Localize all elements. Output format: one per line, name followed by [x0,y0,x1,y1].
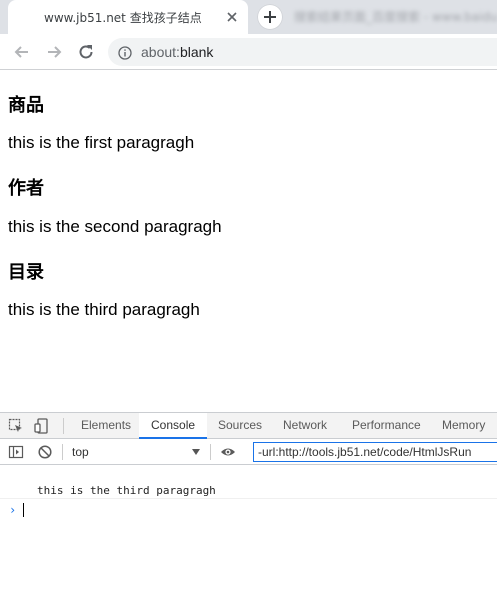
tab-memory[interactable]: Memory [440,413,487,439]
chevron-down-icon[interactable] [192,449,200,455]
console-input-caret[interactable] [23,503,24,517]
heading-author: 作者 [8,178,44,199]
browser-tab[interactable]: www.jb51.net 查找孩子结点 [8,0,248,34]
address-bar[interactable]: about:blank [108,38,497,66]
device-toolbar-icon[interactable] [34,418,50,434]
info-icon[interactable] [118,45,132,60]
toolbar-divider [63,418,64,434]
url-text[interactable]: about:blank [141,44,213,60]
inspect-element-icon[interactable] [8,418,24,434]
tab-performance[interactable]: Performance [350,413,423,439]
eye-icon[interactable] [220,444,236,460]
background-tab[interactable]: 搜索结果页面_百度搜索 - www.baidu.com [288,6,497,28]
heading-catalog: 目录 [8,262,44,283]
url-scheme: about: [141,44,180,60]
console-log-text: this is the third paragragh [37,484,216,497]
console-output: this is the third paragragh › [0,465,497,595]
console-prompt-icon: › [9,503,17,517]
devtools-tab-bar: Elements Console Sources Network Perform… [0,413,497,439]
tab-console[interactable]: Console [139,413,208,439]
console-sidebar-icon[interactable] [8,444,24,460]
reload-icon[interactable] [76,42,96,62]
paragraph-third: this is the third paragragh [8,300,200,319]
tab-network[interactable]: Network [281,413,329,439]
url-path: blank [179,44,214,60]
toolbar-divider [210,444,211,460]
tab-title: www.jb51.net 查找孩子结点 [44,11,202,25]
tab-strip: www.jb51.net 查找孩子结点 搜索结果页面_百度搜索 - www.ba… [0,0,497,34]
page-viewport: 商品 this is the first paragragh 作者 this i… [0,71,497,412]
toolbar-divider [62,444,63,460]
clear-console-icon[interactable] [37,444,53,460]
arrow-right-icon[interactable] [44,42,64,62]
console-toolbar: top -url:http://tools.jb51.net/code/Html… [0,439,497,465]
console-log-entry: this is the third paragragh [0,479,497,499]
tab-elements[interactable]: Elements [79,413,133,439]
context-selector[interactable]: top [72,445,89,459]
tab-sources[interactable]: Sources [216,413,264,439]
new-tab-button[interactable] [257,4,283,30]
arrow-left-icon[interactable] [12,42,32,62]
heading-goods: 商品 [8,95,44,116]
devtools-panel: Elements Console Sources Network Perform… [0,412,497,595]
console-filter-input[interactable]: -url:http://tools.jb51.net/code/HtmlJsRu… [253,442,497,462]
close-icon[interactable] [224,9,240,25]
browser-toolbar: about:blank [0,34,497,70]
paragraph-second: this is the second paragragh [8,217,222,236]
paragraph-first: this is the first paragragh [8,133,195,152]
